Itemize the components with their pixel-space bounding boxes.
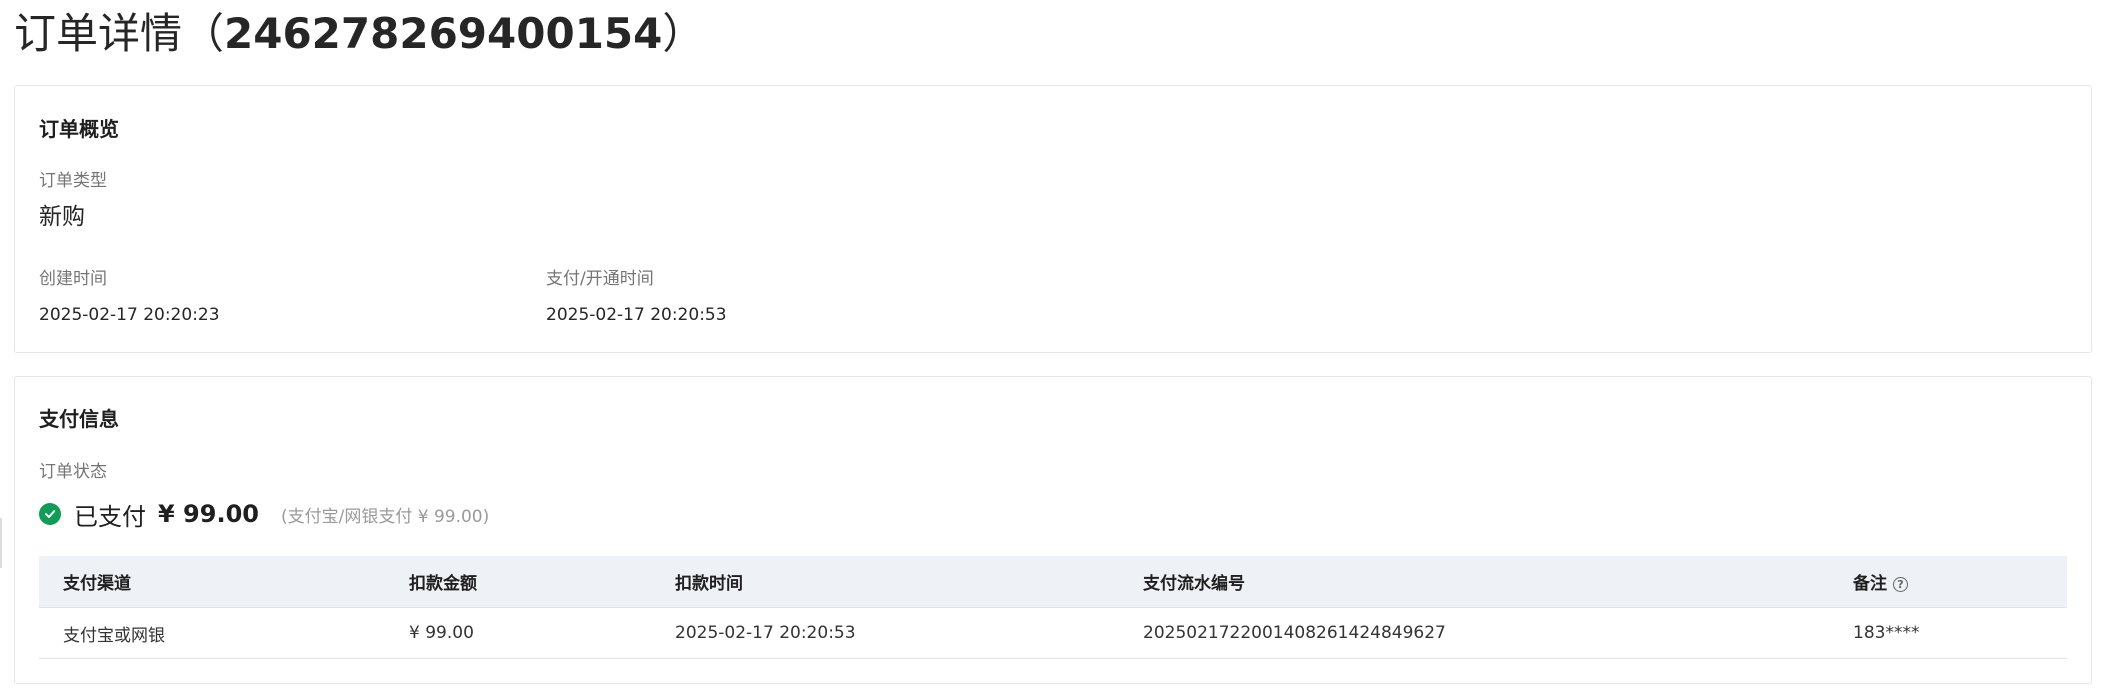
order-type-value: 新购	[39, 204, 85, 230]
table-row: 支付宝或网银 ¥ 99.00 2025-02-17 20:20:53 20250…	[39, 607, 2067, 659]
paid-time-value: 2025-02-17 20:20:53	[546, 305, 727, 325]
order-type-label: 订单类型	[39, 171, 107, 191]
cell-time: 2025-02-17 20:20:53	[651, 607, 1119, 659]
question-circle-icon[interactable]: ?	[1893, 577, 1908, 592]
left-edge-marker	[0, 518, 2, 568]
remark-header-label: 备注	[1853, 574, 1887, 594]
cell-serial: 2025021722001408261424849627	[1119, 607, 1829, 659]
order-status-amount: ¥ 99.00	[158, 500, 259, 528]
cell-amount: ¥ 99.00	[385, 607, 651, 659]
payment-info-card: 支付信息 订单状态 已支付 ¥ 99.00 (支付宝/网银支付 ¥ 99.00)…	[14, 376, 2092, 684]
check-circle-icon	[39, 503, 61, 525]
cell-remark: 183****	[1829, 607, 2067, 659]
order-status-row: 已支付 ¥ 99.00 (支付宝/网银支付 ¥ 99.00)	[39, 497, 489, 531]
page-title: 订单详情（246278269400154）	[14, 8, 704, 60]
order-status-text: 已支付	[74, 502, 146, 531]
paid-time-label: 支付/开通时间	[546, 269, 654, 289]
created-time-label: 创建时间	[39, 269, 107, 289]
payment-section-title: 支付信息	[39, 407, 119, 431]
order-status-detail: (支付宝/网银支付 ¥ 99.00)	[280, 506, 490, 527]
payment-table-header-row: 支付渠道 扣款金额 扣款时间 支付流水编号 备注?	[39, 556, 2067, 608]
column-header-time: 扣款时间	[651, 556, 1119, 608]
created-time-value: 2025-02-17 20:20:23	[39, 305, 220, 325]
payment-table: 支付渠道 扣款金额 扣款时间 支付流水编号 备注? 支付宝或网银 ¥ 99.00…	[39, 556, 2067, 659]
cell-channel: 支付宝或网银	[39, 607, 385, 659]
column-header-channel: 支付渠道	[39, 556, 385, 608]
order-overview-card: 订单概览 订单类型 新购 创建时间 2025-02-17 20:20:23 支付…	[14, 85, 2092, 353]
column-header-amount: 扣款金额	[385, 556, 651, 608]
column-header-remark: 备注?	[1829, 556, 2067, 608]
page-title-prefix: 订单详情（	[14, 9, 225, 58]
page-title-suffix: ）	[662, 9, 705, 58]
overview-section-title: 订单概览	[39, 117, 119, 141]
order-status-label: 订单状态	[39, 462, 107, 482]
order-id: 246278269400154	[224, 9, 663, 58]
column-header-serial: 支付流水编号	[1119, 556, 1829, 608]
